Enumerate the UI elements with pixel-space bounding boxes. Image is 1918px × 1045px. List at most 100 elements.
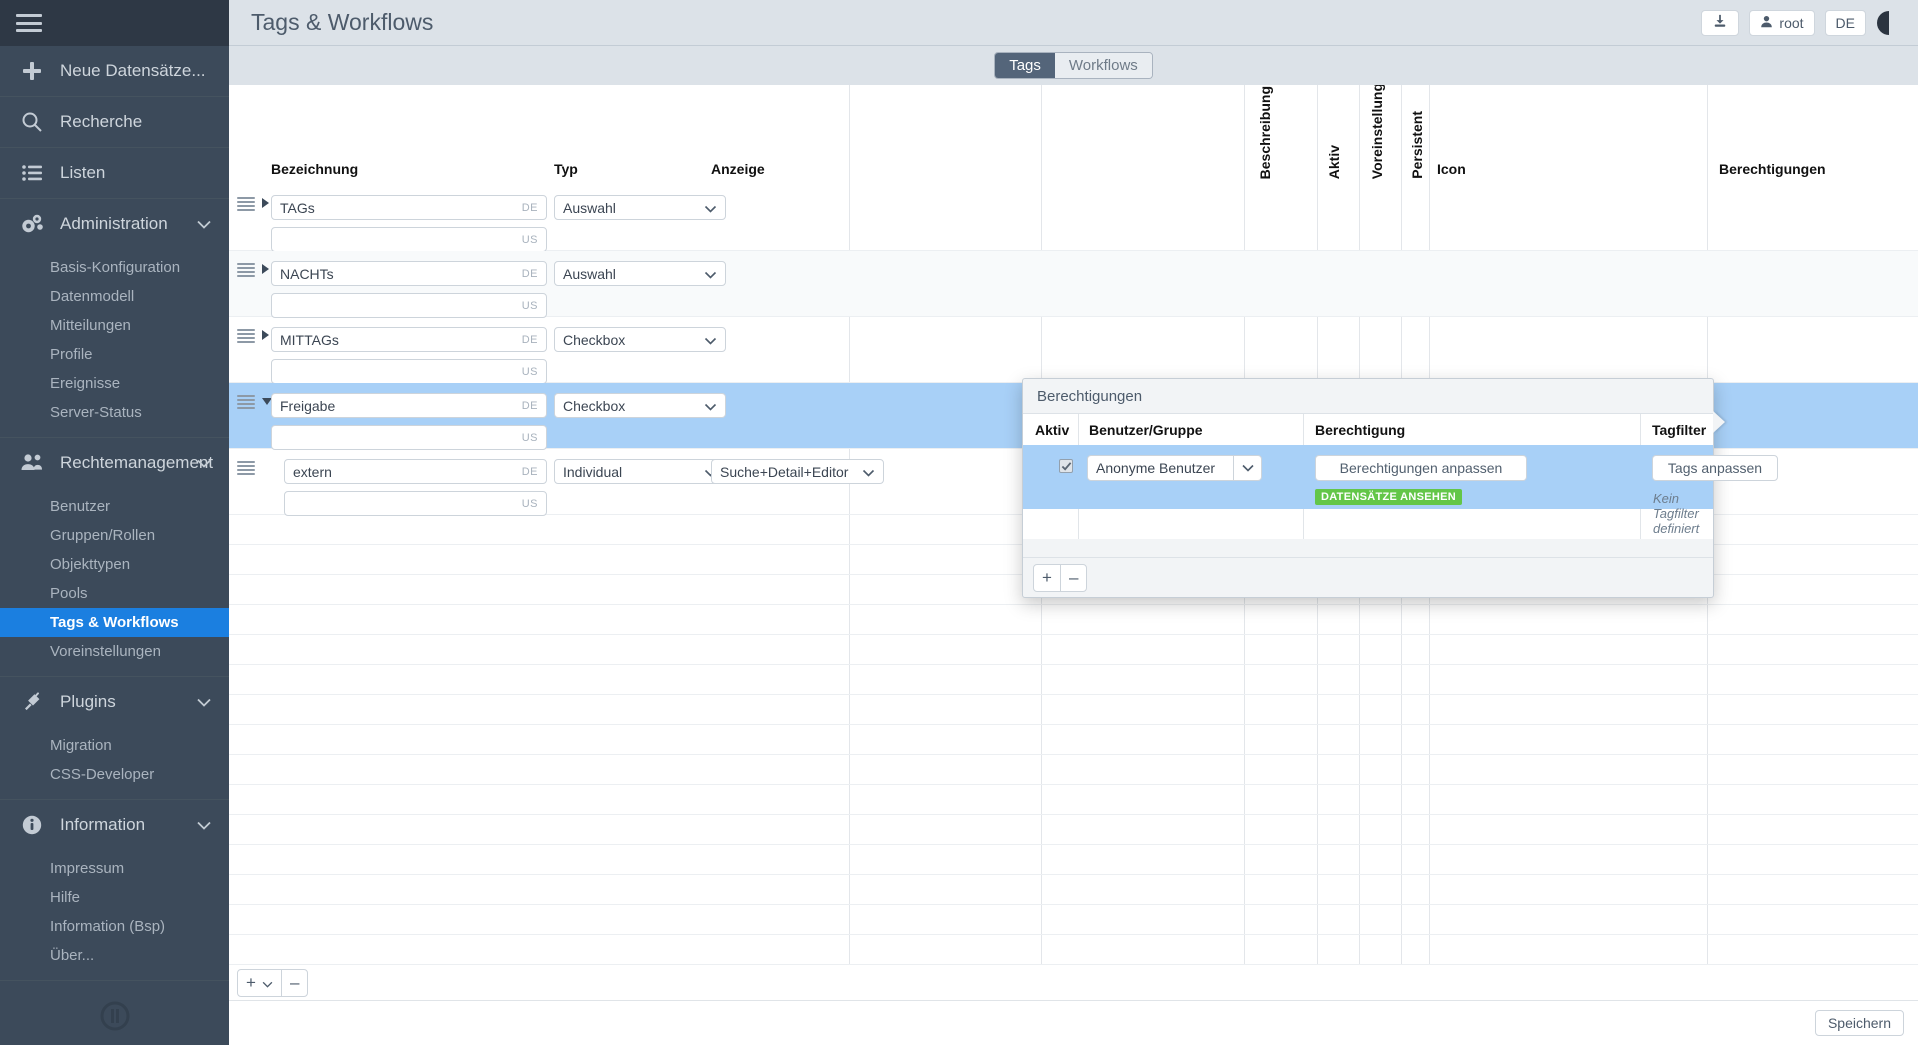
row-display-select[interactable]: Suche+Detail+Editor <box>711 459 884 484</box>
sidebar-item-voreinstellungen[interactable]: Voreinstellungen <box>0 637 229 666</box>
user-label: root <box>1779 14 1804 31</box>
lang-badge-us: US <box>521 431 538 444</box>
page-title: Tags & Workflows <box>251 9 434 35</box>
tab-workflows[interactable]: Workflows <box>1054 53 1152 78</box>
sidebar-item-rechtemanagement[interactable]: Rechtemanagement <box>0 438 229 488</box>
row-name-us-input[interactable]: US <box>271 227 547 252</box>
table-row[interactable]: MITTAGs DE US Checkbox <box>229 317 1918 384</box>
add-row-label: + <box>246 972 256 992</box>
table-row-empty <box>229 845 1918 875</box>
hamburger-icon[interactable] <box>16 14 42 32</box>
sidebar-item-migration[interactable]: Migration <box>0 731 229 760</box>
row-type-select[interactable]: Auswahl <box>554 261 726 286</box>
sidebar-item-css-developer[interactable]: CSS-Developer <box>0 760 229 789</box>
sidebar-item-information[interactable]: Information <box>0 800 229 850</box>
row-name-de-input[interactable]: NACHTs DE <box>271 261 547 286</box>
brand-logo-icon[interactable] <box>1876 8 1906 38</box>
row-name-de-input[interactable]: TAGs DE <box>271 195 547 220</box>
row-type-select[interactable]: Checkbox <box>554 327 726 352</box>
row-name-us-input[interactable]: US <box>271 293 547 318</box>
sidebar-item-label: Recherche <box>60 112 143 131</box>
sidebar-item-ereignisse[interactable]: Ereignisse <box>0 369 229 398</box>
sidebar-item-pools[interactable]: Pools <box>0 579 229 608</box>
sidebar-item-listen[interactable]: Listen <box>0 148 229 198</box>
sidebar-item-profile[interactable]: Profile <box>0 340 229 369</box>
row-name-de-value: MITTAGs <box>280 331 339 348</box>
save-button[interactable]: Speichern <box>1814 1010 1904 1036</box>
permissions-active-checkbox[interactable] <box>1059 459 1073 473</box>
language-button[interactable]: DE <box>1824 9 1866 36</box>
users-icon <box>12 452 52 474</box>
remove-permission-button[interactable]: – <box>1061 565 1086 591</box>
user-group-select[interactable]: Anonyme Benutzer <box>1087 455 1262 481</box>
row-name-de-value: extern <box>293 463 332 480</box>
edit-tagfilter-button[interactable]: Tags anpassen <box>1652 455 1778 481</box>
sidebar-item-tags-workflows[interactable]: Tags & Workflows <box>0 608 229 637</box>
row-name-de-input[interactable]: MITTAGs DE <box>271 327 547 352</box>
row-name-de-input[interactable]: extern DE <box>284 459 547 484</box>
sidebar-item-hilfe[interactable]: Hilfe <box>0 883 229 912</box>
chevron-down-icon[interactable] <box>197 214 211 234</box>
table-header: Bezeichnung Typ Anzeige Beschreibung Aktiv Vo… <box>229 85 1918 185</box>
row-type-select[interactable]: Auswahl <box>554 195 726 220</box>
sidebar-item-recherche[interactable]: Recherche <box>0 97 229 147</box>
add-permission-button[interactable]: + <box>1034 564 1061 591</box>
sidebar-item-datenmodell[interactable]: Datenmodell <box>0 282 229 311</box>
sidebar-item-label: Administration <box>60 214 168 233</box>
sidebar-item-server-status[interactable]: Server-Status <box>0 398 229 427</box>
sidebar-item-neue-datens-tze[interactable]: Neue Datensätze... <box>0 46 229 96</box>
page-footer: Speichern <box>229 1000 1918 1045</box>
language-label: DE <box>1835 14 1855 31</box>
sidebar-item-objekttypen[interactable]: Objekttypen <box>0 550 229 579</box>
download-button[interactable] <box>1701 9 1740 36</box>
sidebar-item-administration[interactable]: Administration <box>0 199 229 249</box>
row-drag-handle[interactable] <box>237 461 255 475</box>
sidebar-group-recherche: Recherche <box>0 97 229 148</box>
row-type-select[interactable]: Checkbox <box>554 393 726 418</box>
table-row[interactable]: TAGs DE US Auswahl <box>229 185 1918 252</box>
row-drag-handle[interactable] <box>237 329 255 343</box>
sidebar-item-ber[interactable]: Über... <box>0 941 229 970</box>
row-name-us-input[interactable]: US <box>271 359 547 384</box>
sidebar-item-information-bsp[interactable]: Information (Bsp) <box>0 912 229 941</box>
lang-badge-us: US <box>521 497 538 510</box>
sidebar-item-mitteilungen[interactable]: Mitteilungen <box>0 311 229 340</box>
remove-row-button[interactable]: – <box>282 970 307 996</box>
search-icon <box>12 111 52 133</box>
permissions-table: Aktiv Benutzer/Gruppe Berechtigung Tagfi… <box>1023 413 1778 539</box>
user-icon <box>1760 15 1773 31</box>
table-row-empty <box>229 875 1918 905</box>
sidebar-item-impressum[interactable]: Impressum <box>0 854 229 883</box>
user-button[interactable]: root <box>1749 9 1815 36</box>
chevron-down-icon <box>704 398 717 414</box>
sidebar-item-basis-konfiguration[interactable]: Basis-Konfiguration <box>0 253 229 282</box>
row-drag-handle[interactable] <box>237 263 255 277</box>
sidebar-group-neue-datens-tze: Neue Datensätze... <box>0 46 229 97</box>
sidebar-item-gruppen-rollen[interactable]: Gruppen/Rollen <box>0 521 229 550</box>
add-row-button[interactable]: + <box>238 969 282 996</box>
row-type-select[interactable]: Individual <box>554 459 726 484</box>
row-expand-toggle[interactable] <box>262 264 269 274</box>
row-name-us-input[interactable]: US <box>271 425 547 450</box>
table-row-empty <box>229 755 1918 785</box>
table-row[interactable]: NACHTs DE US Auswahl <box>229 251 1918 318</box>
row-drag-handle[interactable] <box>237 197 255 211</box>
row-name-us-input[interactable]: US <box>284 491 547 516</box>
edit-permissions-button[interactable]: Berechtigungen anpassen <box>1315 455 1527 481</box>
chevron-down-icon[interactable] <box>197 692 211 712</box>
column-header-anzeige: Anzeige <box>711 161 765 177</box>
chevron-down-icon[interactable] <box>197 453 211 473</box>
row-expand-toggle[interactable] <box>262 198 269 208</box>
sidebar-item-benutzer[interactable]: Benutzer <box>0 492 229 521</box>
tab-tags[interactable]: Tags <box>995 53 1055 78</box>
column-header-bezeichnung: Bezeichnung <box>271 161 359 177</box>
row-expand-toggle[interactable] <box>262 330 269 340</box>
row-drag-handle[interactable] <box>237 395 255 409</box>
dialog-pointer <box>1713 411 1725 433</box>
sidebar-group-plugins: Plugins Migration CSS-Developer <box>0 677 229 800</box>
sidebar-item-plugins[interactable]: Plugins <box>0 677 229 727</box>
chevron-down-icon[interactable] <box>197 815 211 835</box>
sidebar-item-label: Plugins <box>60 692 116 711</box>
tagfilter-note: Kein Tagfilter definiert <box>1653 491 1700 536</box>
row-name-de-input[interactable]: Freigabe DE <box>271 393 547 418</box>
